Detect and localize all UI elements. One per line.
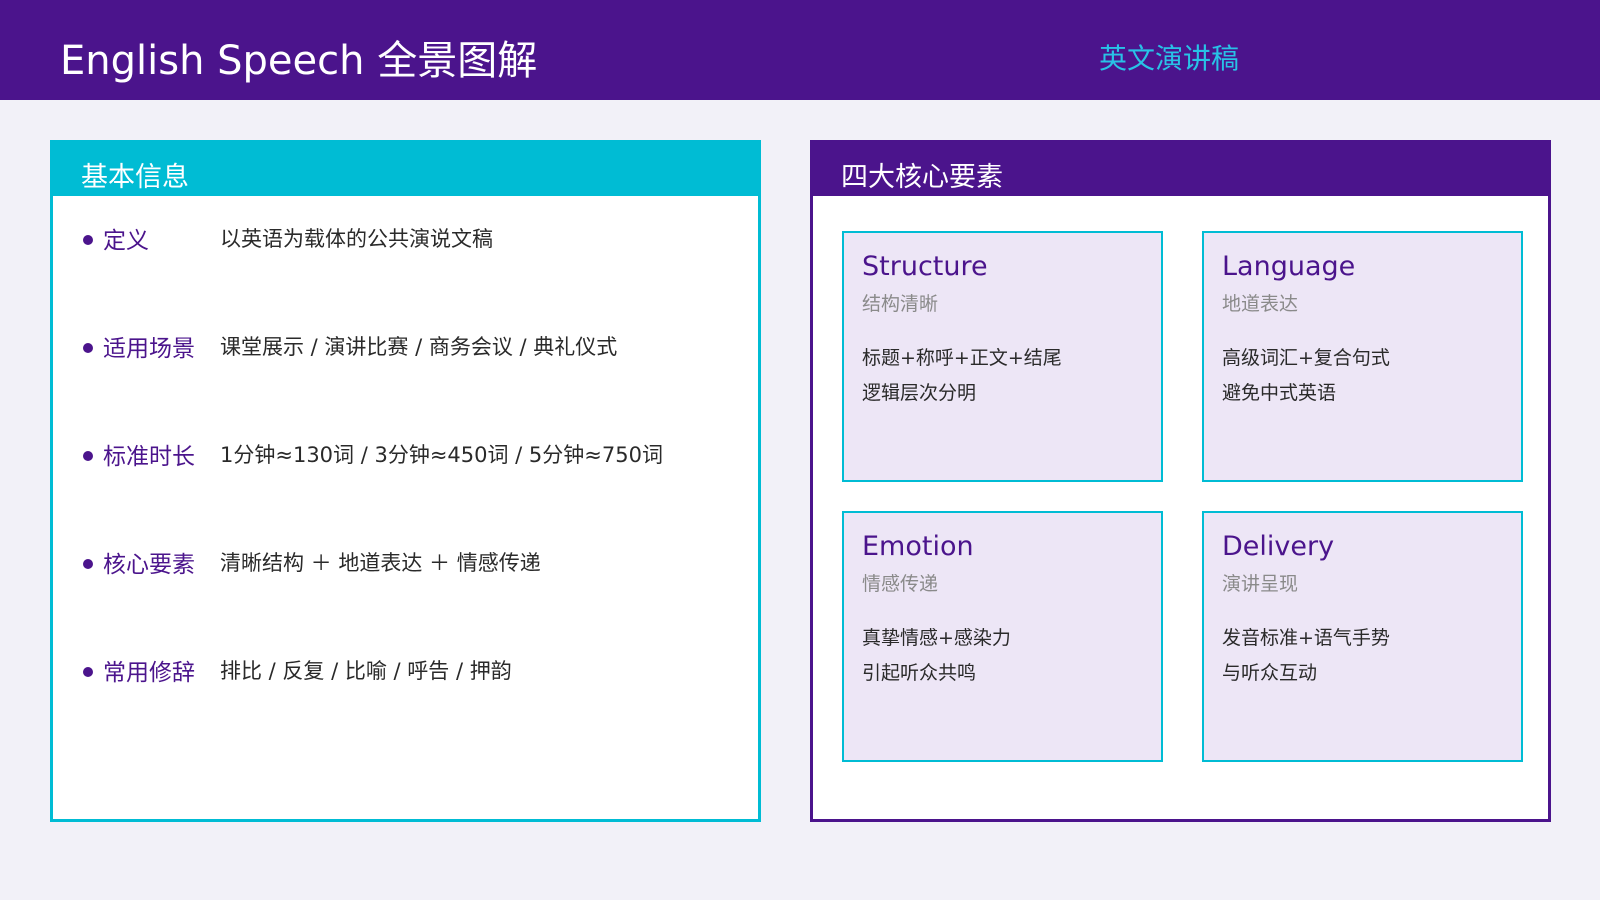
bullet-icon <box>83 451 93 461</box>
info-value: 课堂展示 / 演讲比赛 / 商务会议 / 典礼仪式 <box>220 335 618 359</box>
info-label: 适用场景 <box>103 336 195 362</box>
card-line: 避免中式英语 <box>1222 382 1337 404</box>
card-title: Delivery <box>1222 531 1335 562</box>
card-title: Language <box>1222 251 1356 282</box>
info-label: 标准时长 <box>103 444 195 470</box>
card-subtitle: 演讲呈现 <box>1222 573 1299 595</box>
info-value: 以英语为载体的公共演说文稿 <box>220 227 493 251</box>
info-row-definition: 定义 以英语为载体的公共演说文稿 <box>53 221 758 261</box>
info-label: 定义 <box>103 228 149 254</box>
info-row-rhetoric: 常用修辞 排比 / 反复 / 比喻 / 呼告 / 押韵 <box>53 653 758 693</box>
info-value: 清晰结构 ＋ 地道表达 ＋ 情感传递 <box>220 551 541 575</box>
card-subtitle: 结构清晰 <box>862 293 939 315</box>
card-subtitle: 情感传递 <box>862 573 939 595</box>
info-row-duration: 标准时长 1分钟≈130词 / 3分钟≈450词 / 5分钟≈750词 <box>53 437 758 477</box>
core-elements-panel: 四大核心要素 Structure 结构清晰 标题+称呼+正文+结尾 逻辑层次分明… <box>810 140 1551 822</box>
card-line: 标题+称呼+正文+结尾 <box>862 347 1062 369</box>
card-emotion: Emotion 情感传递 真挚情感+感染力 引起听众共鸣 <box>842 511 1163 762</box>
card-line: 高级词汇+复合句式 <box>1222 347 1390 369</box>
basic-info-panel: 基本信息 定义 以英语为载体的公共演说文稿 适用场景 课堂展示 / 演讲比赛 /… <box>50 140 761 822</box>
card-line: 引起听众共鸣 <box>862 662 977 684</box>
card-structure: Structure 结构清晰 标题+称呼+正文+结尾 逻辑层次分明 <box>842 231 1163 482</box>
bullet-icon <box>83 559 93 569</box>
card-title: Structure <box>862 251 988 282</box>
bullet-icon <box>83 235 93 245</box>
card-title: Emotion <box>862 531 974 562</box>
bullet-icon <box>83 343 93 353</box>
info-row-core-elements: 核心要素 清晰结构 ＋ 地道表达 ＋ 情感传递 <box>53 545 758 585</box>
card-line: 发音标准+语气手势 <box>1222 627 1390 649</box>
card-subtitle: 地道表达 <box>1222 293 1299 315</box>
card-line: 逻辑层次分明 <box>862 382 977 404</box>
bullet-icon <box>83 667 93 677</box>
card-delivery: Delivery 演讲呈现 发音标准+语气手势 与听众互动 <box>1202 511 1523 762</box>
basic-info-header: 基本信息 <box>53 143 758 196</box>
page-title: English Speech 全景图解 <box>60 38 538 84</box>
card-line: 与听众互动 <box>1222 662 1318 684</box>
info-value: 排比 / 反复 / 比喻 / 呼告 / 押韵 <box>220 659 512 683</box>
basic-info-title: 基本信息 <box>81 162 189 193</box>
page-subtitle: 英文演讲稿 <box>1099 42 1240 75</box>
info-value: 1分钟≈130词 / 3分钟≈450词 / 5分钟≈750词 <box>220 443 663 467</box>
info-row-scenarios: 适用场景 课堂展示 / 演讲比赛 / 商务会议 / 典礼仪式 <box>53 329 758 369</box>
core-elements-header: 四大核心要素 <box>813 143 1548 196</box>
header-bar: English Speech 全景图解 英文演讲稿 <box>0 0 1600 100</box>
info-label: 核心要素 <box>103 552 195 578</box>
core-elements-title: 四大核心要素 <box>841 162 1003 193</box>
card-language: Language 地道表达 高级词汇+复合句式 避免中式英语 <box>1202 231 1523 482</box>
card-line: 真挚情感+感染力 <box>862 627 1011 649</box>
info-label: 常用修辞 <box>103 660 195 686</box>
